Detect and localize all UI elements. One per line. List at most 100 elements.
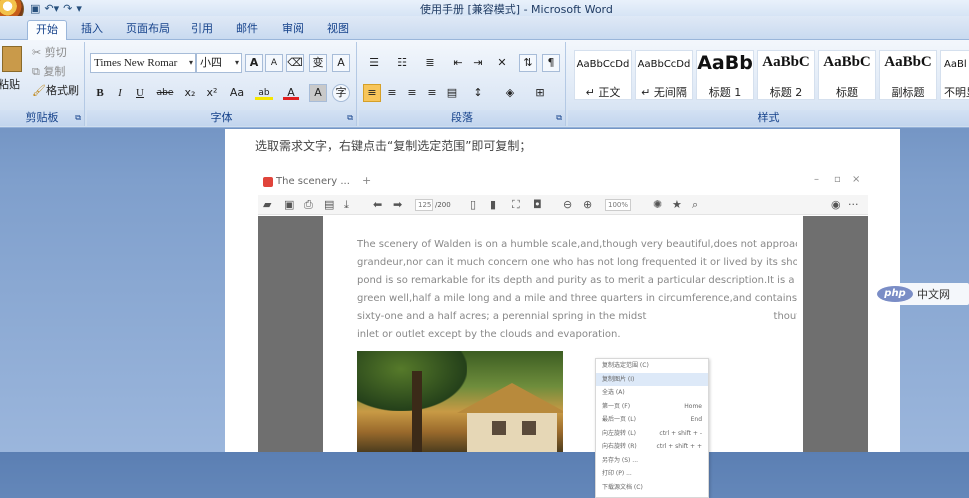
- subscript-button[interactable]: x₂: [181, 84, 199, 102]
- change-case-button[interactable]: Aa: [225, 84, 249, 102]
- tab-page-layout[interactable]: 页面布局: [118, 20, 178, 40]
- style-normal[interactable]: AaBbCcDd ↵ 正文: [574, 50, 632, 100]
- prev-page-icon[interactable]: ⬅: [373, 197, 382, 213]
- style-title[interactable]: AaBbC 标题: [818, 50, 876, 100]
- clear-format-icon[interactable]: ⌫: [286, 54, 304, 72]
- show-marks-icon[interactable]: ¶: [542, 54, 560, 72]
- context-menu-item[interactable]: 最后一页 (L) End: [596, 413, 708, 427]
- underline-button[interactable]: U: [131, 84, 149, 102]
- document-page[interactable]: 选取需求文字，右键点击“复制选定范围”即可复制； The scenery ...…: [225, 129, 900, 498]
- download-icon[interactable]: ⤓: [344, 197, 349, 213]
- user-icon[interactable]: ◉: [831, 197, 841, 213]
- search-icon[interactable]: ⌕: [692, 197, 698, 213]
- format-painter-button[interactable]: 🖌格式刷: [32, 82, 79, 100]
- style-heading-1[interactable]: AaBb 标题 1: [696, 50, 754, 100]
- save-file-icon[interactable]: ▣: [284, 197, 294, 213]
- context-menu-item[interactable]: 下载源文档 (C): [596, 481, 708, 495]
- tab-review[interactable]: 审阅: [274, 20, 312, 40]
- star-icon[interactable]: ★: [672, 197, 682, 213]
- double-page-icon[interactable]: ▮: [490, 197, 496, 213]
- context-menu: 复制选定范围 (C) 复制图片 (I) 全选 (A) 第一页 (F) Home 最后一页 …: [595, 358, 709, 498]
- style-no-spacing[interactable]: AaBbCcDd ↵ 无间隔: [635, 50, 693, 100]
- italic-button[interactable]: I: [111, 84, 129, 102]
- chinese-layout-icon[interactable]: ✕: [491, 54, 513, 72]
- sort-icon[interactable]: ⇅: [519, 54, 537, 72]
- tab-references[interactable]: 引用: [183, 20, 221, 40]
- cut-button[interactable]: ✂ 剪切: [32, 44, 67, 62]
- paste-button[interactable]: 粘贴: [0, 76, 20, 94]
- copy-button[interactable]: ⧉ 复制: [32, 63, 65, 81]
- page-number-input[interactable]: 125: [415, 199, 433, 211]
- style-subtle-emphasis[interactable]: AaBl 不明显: [940, 50, 969, 100]
- context-menu-item[interactable]: 打印 (P) ...: [596, 467, 708, 481]
- zoom-select[interactable]: 100%: [605, 199, 631, 211]
- tab-view[interactable]: 视图: [319, 20, 357, 40]
- shrink-font-button[interactable]: A: [265, 54, 283, 72]
- grow-font-button[interactable]: A: [245, 54, 263, 72]
- restore-icon[interactable]: ▫: [834, 174, 841, 185]
- font-size-combo[interactable]: 小四 ▾: [196, 53, 242, 73]
- undo-icon[interactable]: ↶▾: [44, 2, 59, 15]
- distributed-icon[interactable]: ▤: [443, 84, 461, 102]
- pdf-page[interactable]: The scenery of Walden is on a humble sca…: [323, 216, 803, 498]
- highlight-button[interactable]: ab: [252, 84, 276, 102]
- zoom-in-icon[interactable]: ⊕: [583, 197, 592, 213]
- style-heading-2[interactable]: AaBbC 标题 2: [757, 50, 815, 100]
- context-menu-item[interactable]: 全选 (A): [596, 386, 708, 400]
- print-icon[interactable]: ⎙: [304, 197, 313, 213]
- context-menu-item[interactable]: 另存为 (S) ...: [596, 454, 708, 468]
- character-border-button[interactable]: A: [332, 54, 350, 72]
- tab-insert[interactable]: 插入: [73, 20, 111, 40]
- next-page-icon[interactable]: ➡: [393, 197, 402, 213]
- superscript-button[interactable]: x²: [203, 84, 221, 102]
- context-menu-item[interactable]: 复制图片 (I): [596, 372, 708, 386]
- decrease-indent-icon[interactable]: ⇤: [449, 54, 467, 72]
- phonetic-guide-button[interactable]: 变: [309, 54, 327, 72]
- style-subtitle[interactable]: AaBbC 副标题: [879, 50, 937, 100]
- line-spacing-icon[interactable]: ↕: [465, 84, 491, 102]
- paragraph-launcher-icon[interactable]: ⧉: [556, 113, 562, 123]
- tab-mailings[interactable]: 邮件: [228, 20, 266, 40]
- enclose-characters-button[interactable]: 字: [332, 84, 350, 102]
- increase-indent-icon[interactable]: ⇥: [469, 54, 487, 72]
- align-center-icon[interactable]: ≡: [383, 84, 401, 102]
- single-page-icon[interactable]: ▯: [470, 197, 476, 213]
- context-menu-item[interactable]: 第一页 (F) Home: [596, 400, 708, 414]
- tab-home[interactable]: 开始: [27, 20, 67, 40]
- folder-icon[interactable]: ▰: [263, 197, 271, 213]
- character-shading-button[interactable]: A: [309, 84, 327, 102]
- save-icon[interactable]: ▣: [30, 2, 40, 15]
- new-tab-icon[interactable]: +: [362, 174, 371, 187]
- fit-page-icon[interactable]: ⛶: [512, 197, 520, 213]
- close-icon[interactable]: ×: [852, 174, 860, 185]
- strikethrough-button[interactable]: abe: [153, 84, 177, 102]
- palette-icon[interactable]: ✺: [653, 197, 662, 213]
- font-color-button[interactable]: A: [280, 84, 302, 102]
- multilevel-list-icon[interactable]: ≣: [419, 54, 441, 72]
- context-menu-item[interactable]: 复制选定范围 (C): [596, 359, 708, 373]
- minimize-icon[interactable]: –: [814, 174, 819, 185]
- zoom-out-icon[interactable]: ⊖: [563, 197, 572, 213]
- align-left-icon[interactable]: ≡: [363, 84, 381, 102]
- disk-icon[interactable]: ▤: [324, 197, 334, 213]
- customize-icon[interactable]: ▾: [76, 2, 82, 15]
- justify-icon[interactable]: ≡: [423, 84, 441, 102]
- font-launcher-icon[interactable]: ⧉: [347, 113, 353, 123]
- clipboard-launcher-icon[interactable]: ⧉: [75, 113, 81, 123]
- browser-tab[interactable]: The scenery ... ×: [258, 173, 358, 205]
- borders-icon[interactable]: ⊞: [527, 84, 553, 102]
- paste-icon[interactable]: [2, 46, 22, 72]
- paragraph-shading-icon[interactable]: ◈: [497, 84, 523, 102]
- screenshot-icon[interactable]: ◘: [533, 197, 542, 213]
- bold-button[interactable]: B: [91, 84, 109, 102]
- cottage-image[interactable]: [357, 351, 563, 452]
- context-menu-item[interactable]: 向左旋转 (L) ctrl + shift + -: [596, 427, 708, 441]
- numbering-icon[interactable]: ☷: [391, 54, 413, 72]
- redo-icon[interactable]: ↷: [63, 2, 72, 15]
- pdf-paragraph[interactable]: The scenery of Walden is on a humble sca…: [357, 236, 797, 344]
- font-name-combo[interactable]: Times New Romar ▾: [90, 53, 196, 73]
- align-right-icon[interactable]: ≡: [403, 84, 421, 102]
- context-menu-item[interactable]: 向右旋转 (R) ctrl + shift + +: [596, 440, 708, 454]
- more-menu-icon[interactable]: ···: [848, 197, 859, 213]
- bullets-icon[interactable]: ☰: [363, 54, 385, 72]
